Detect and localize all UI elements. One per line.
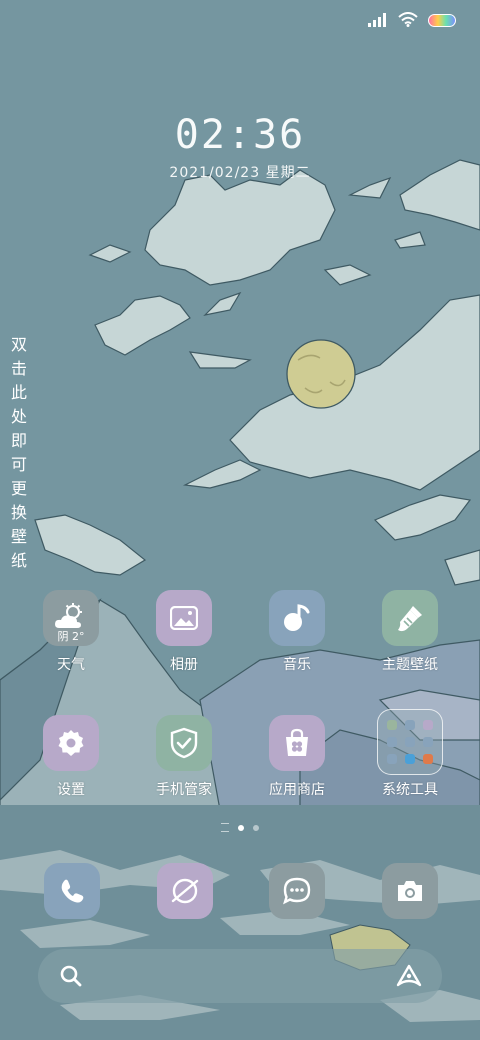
app-store[interactable]: 应用商店 xyxy=(242,715,352,799)
app-label: 应用商店 xyxy=(269,782,325,798)
hint-char: 换 xyxy=(10,503,27,522)
page-dot xyxy=(253,824,259,831)
app-label: 设置 xyxy=(57,782,85,798)
paintbrush-icon xyxy=(382,590,438,646)
browser-icon[interactable] xyxy=(157,863,213,919)
hint-char: 壁 xyxy=(10,527,27,546)
gear-icon xyxy=(43,715,99,771)
app-weather[interactable]: 阴 2° 天气 xyxy=(16,590,126,674)
assistant-icon[interactable] xyxy=(396,963,422,993)
app-label: 相册 xyxy=(170,657,198,673)
hint-char: 此 xyxy=(10,383,27,402)
shield-icon xyxy=(156,715,212,771)
lock-date: 2021/02/23 星期二 xyxy=(169,165,311,181)
hint-char: 更 xyxy=(10,479,27,498)
app-themes[interactable]: 主题壁纸 xyxy=(355,590,465,674)
app-label: 系统工具 xyxy=(382,782,438,798)
folder-system-tools[interactable]: 系统工具 xyxy=(355,709,465,799)
music-icon xyxy=(269,590,325,646)
change-wallpaper-hint[interactable]: 双 击 此 处 即 可 更 换 壁 纸 xyxy=(9,333,29,573)
folder-icon xyxy=(377,709,443,775)
wifi-icon xyxy=(398,11,418,31)
weather-icon: 阴 2° xyxy=(43,590,99,646)
messages-icon[interactable] xyxy=(269,863,325,919)
hint-char: 可 xyxy=(10,455,27,474)
shopping-bag-icon xyxy=(269,715,325,771)
app-security[interactable]: 手机管家 xyxy=(129,715,239,799)
camera-icon[interactable] xyxy=(382,863,438,919)
app-label: 天气 xyxy=(57,657,85,673)
app-label: 音乐 xyxy=(283,657,311,673)
app-settings[interactable]: 设置 xyxy=(16,715,126,799)
status-bar xyxy=(368,10,456,32)
hint-char: 双 xyxy=(10,335,27,354)
search-icon[interactable] xyxy=(60,965,82,991)
hint-char: 纸 xyxy=(10,551,27,570)
page-indicator[interactable] xyxy=(0,823,480,832)
hint-char: 处 xyxy=(10,407,27,426)
hint-char: 即 xyxy=(10,431,27,450)
lock-clock: 02:36 xyxy=(174,112,306,158)
phone-icon[interactable] xyxy=(44,863,100,919)
search-bar[interactable] xyxy=(38,949,442,1003)
app-gallery[interactable]: 相册 xyxy=(129,590,239,674)
hint-char: 击 xyxy=(10,359,27,378)
app-label: 主题壁纸 xyxy=(382,657,438,673)
app-label: 手机管家 xyxy=(156,782,212,798)
app-music[interactable]: 音乐 xyxy=(242,590,352,674)
gallery-icon xyxy=(156,590,212,646)
page-dot-active xyxy=(238,824,244,831)
weather-badge: 阴 2° xyxy=(57,630,85,643)
menu-lines-icon xyxy=(221,823,229,832)
battery-icon xyxy=(428,12,456,31)
signal-icon xyxy=(368,12,388,31)
